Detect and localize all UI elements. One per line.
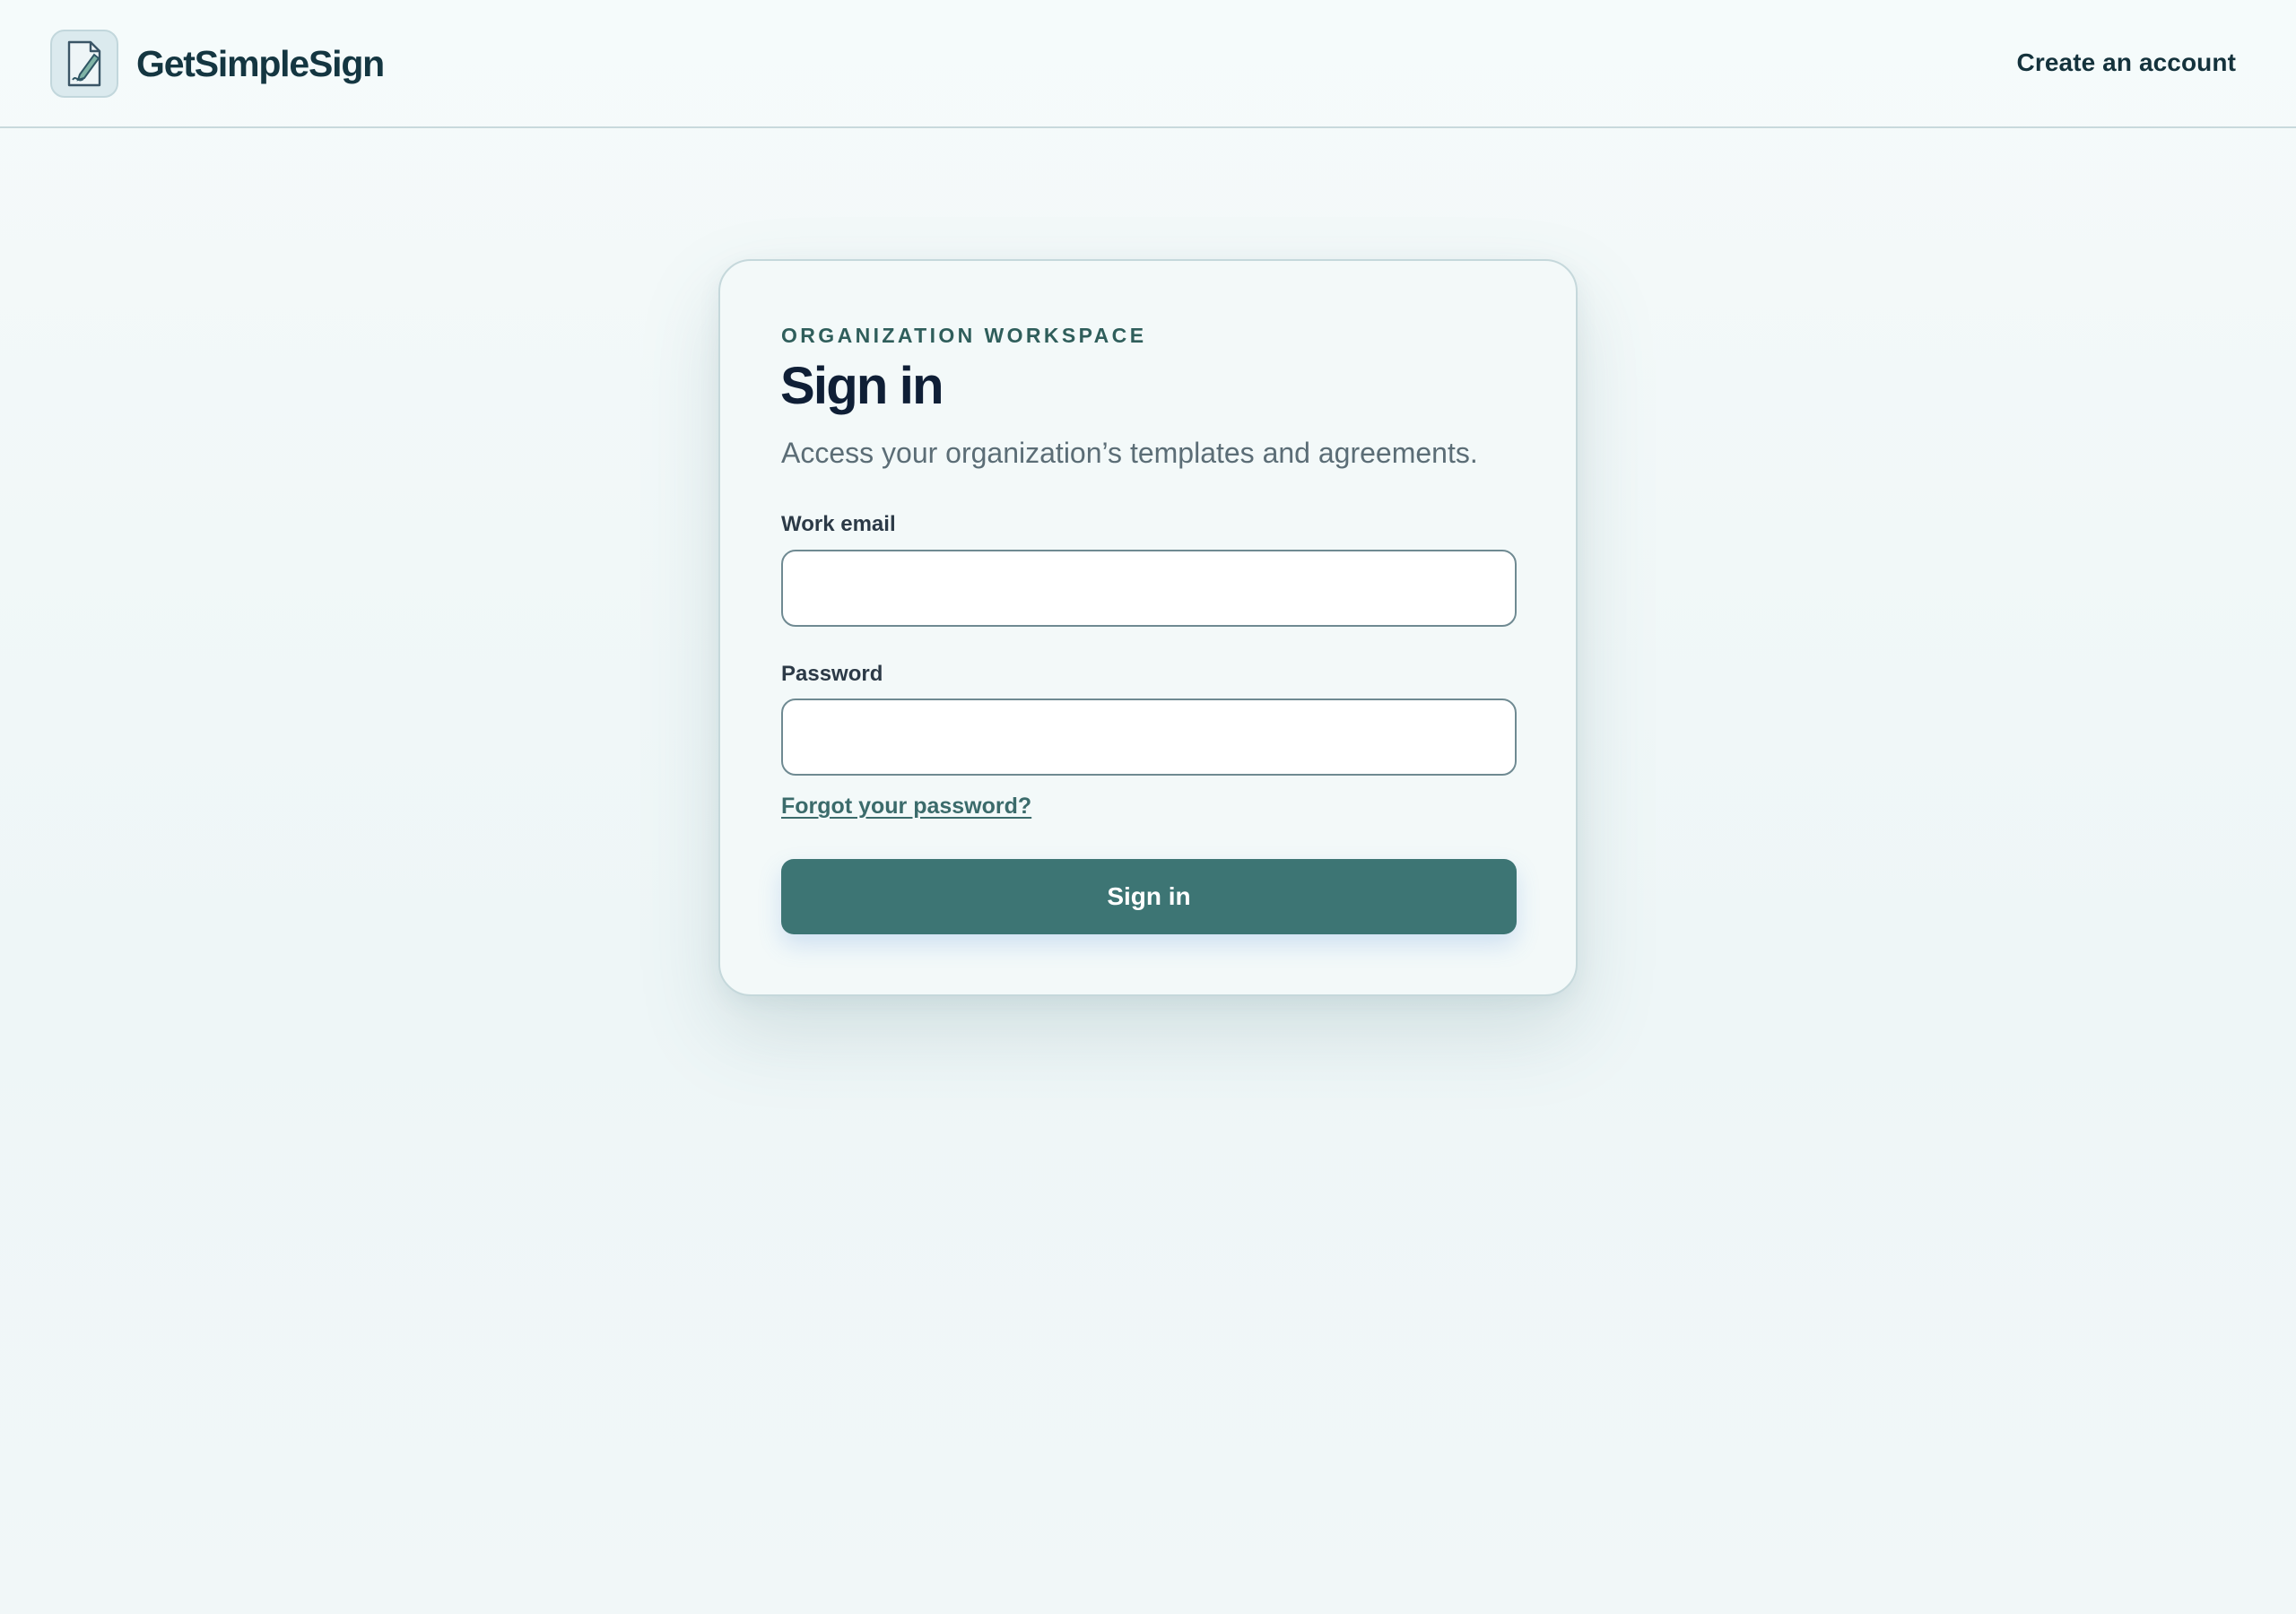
brand[interactable]: GetSimpleSign — [50, 30, 385, 98]
email-field[interactable] — [781, 550, 1517, 627]
email-label: Work email — [781, 512, 896, 536]
password-field[interactable] — [781, 699, 1517, 776]
create-account-link[interactable]: Create an account — [2017, 48, 2236, 77]
page-subtitle: Access your organization’s templates and… — [781, 437, 1478, 469]
document-pen-icon — [50, 30, 118, 98]
workspace-eyebrow: ORGANIZATION WORKSPACE — [781, 324, 1147, 347]
page-title: Sign in — [780, 357, 944, 415]
sign-in-button[interactable]: Sign in — [781, 859, 1517, 934]
top-header: GetSimpleSign Create an account — [0, 0, 2296, 128]
brand-name: GetSimpleSign — [136, 42, 385, 84]
signin-card: ORGANIZATION WORKSPACE Sign in Access yo… — [718, 259, 1578, 996]
password-label: Password — [781, 662, 883, 686]
forgot-password-link[interactable]: Forgot your password? — [781, 794, 1031, 820]
